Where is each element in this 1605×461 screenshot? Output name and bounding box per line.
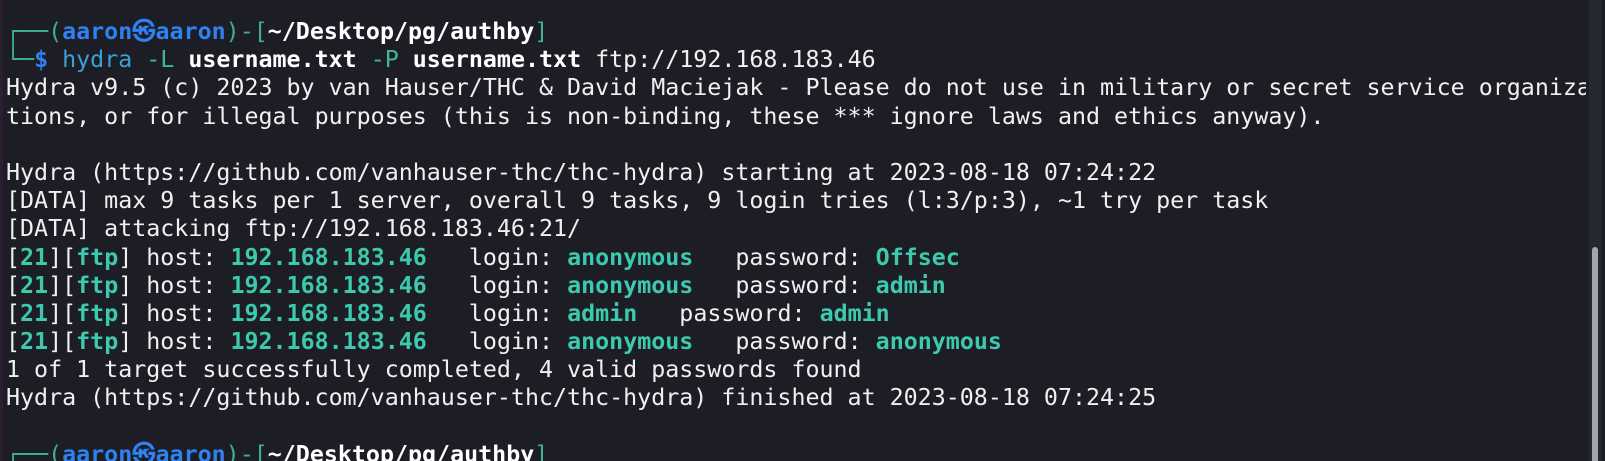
terminal-line: Hydra (https://github.com/vanhauser-thc/…: [6, 384, 1586, 412]
text-segment-hl: 192.168.183.46: [230, 271, 427, 299]
text-segment-plain: password:: [637, 299, 820, 327]
text-segment-plain: ] host:: [118, 328, 231, 356]
text-segment-plain: Hydra v9.5 (c) 2023 by van Hauser/THC & …: [6, 74, 1586, 102]
text-segment-plain: ][: [48, 243, 77, 271]
text-segment-hl: admin: [819, 299, 890, 327]
terminal-line: ┌──(aaron㉿aaron)-[~/Desktop/pg/authby]: [6, 18, 1586, 46]
text-segment-plain: password:: [693, 328, 876, 356]
terminal-line: tions, or for illegal purposes (this is …: [6, 103, 1586, 131]
text-segment-hl: ftp: [76, 243, 119, 271]
text-segment-plain: ] host:: [118, 243, 231, 271]
terminal-line: [DATA] max 9 tasks per 1 server, overall…: [6, 187, 1586, 215]
text-segment-hl: 192.168.183.46: [230, 243, 427, 271]
text-segment-plain: password:: [693, 243, 876, 271]
scrollbar-thumb[interactable]: [1592, 247, 1598, 461]
text-segment-hl: ftp: [76, 299, 119, 327]
text-segment-frame: ┌──(: [6, 440, 63, 461]
text-segment-hl: Offsec: [875, 243, 960, 271]
text-segment-hl: 21: [20, 271, 49, 299]
text-segment-hl: anonymous: [567, 328, 694, 356]
window-edge: [0, 0, 3, 461]
text-segment-plain: ][: [48, 328, 77, 356]
text-segment-hl: anonymous: [875, 328, 1002, 356]
terminal-line: 1 of 1 target successfully completed, 4 …: [6, 356, 1586, 384]
text-segment-user: aaron㉿aaron: [62, 18, 226, 45]
text-segment-plain: login:: [426, 299, 568, 327]
terminal-line: [21][ftp] host: 192.168.183.46 login: ad…: [6, 300, 1586, 328]
text-segment-arg: username.txt: [412, 46, 596, 74]
text-segment-plain: [DATA] attacking ftp://192.168.183.46:21…: [6, 215, 582, 243]
text-segment-plain: login:: [426, 243, 568, 271]
text-segment-cmd: hydra: [62, 46, 147, 74]
text-segment-plain: password:: [693, 271, 876, 299]
text-segment-hl: 21: [20, 328, 49, 356]
text-segment-hl: ftp: [76, 271, 119, 299]
text-segment-opt: -L: [146, 46, 189, 74]
terminal-line: [DATA] attacking ftp://192.168.183.46:21…: [6, 215, 1586, 243]
text-segment-hl: 21: [20, 243, 49, 271]
text-segment-plain: ] host:: [118, 271, 231, 299]
text-segment-plain: [: [6, 299, 21, 327]
text-segment-plain: ] host:: [118, 299, 231, 327]
terminal-line: Hydra (https://github.com/vanhauser-thc/…: [6, 159, 1586, 187]
text-segment-opt: -P: [370, 46, 413, 74]
text-segment-plain: Hydra (https://github.com/vanhauser-thc/…: [6, 158, 1157, 186]
text-segment-hl: 21: [20, 299, 49, 327]
text-segment-plain: ][: [48, 271, 77, 299]
text-segment-plain: tions, or for illegal purposes (this is …: [6, 102, 1325, 130]
terminal-line: ┌──(aaron㉿aaron)-[~/Desktop/pg/authby]: [6, 441, 1586, 461]
terminal-line: [21][ftp] host: 192.168.183.46 login: an…: [6, 244, 1586, 272]
text-segment-hl: ftp: [76, 328, 119, 356]
terminal-line: [21][ftp] host: 192.168.183.46 login: an…: [6, 272, 1586, 300]
terminal-line: Hydra v9.5 (c) 2023 by van Hauser/THC & …: [6, 74, 1586, 102]
text-segment-plain: [DATA] max 9 tasks per 1 server, overall…: [6, 187, 1269, 215]
text-segment-hl: anonymous: [567, 271, 694, 299]
text-segment-plain: Hydra (https://github.com/vanhauser-thc/…: [6, 384, 1157, 412]
text-segment-frame: )-[: [225, 440, 268, 461]
text-segment-arg: username.txt: [188, 46, 371, 74]
text-segment-path: ~/Desktop/pg/authby: [267, 440, 535, 461]
text-segment-frame: └─: [6, 46, 35, 74]
text-segment-path: ~/Desktop/pg/authby: [267, 18, 535, 45]
text-segment-plain: ftp://192.168.183.46: [595, 46, 876, 74]
text-segment-hl: anonymous: [567, 243, 694, 271]
text-segment-plain: 1 of 1 target successfully completed, 4 …: [6, 356, 862, 384]
text-segment-plain: [: [6, 328, 21, 356]
text-segment-frame: ┌──(: [6, 18, 63, 45]
text-segment-frame: ]: [534, 18, 549, 45]
text-segment-user: $: [34, 46, 63, 74]
text-segment-plain: login:: [426, 328, 568, 356]
text-segment-hl: admin: [875, 271, 946, 299]
terminal-output[interactable]: ┌──(aaron㉿aaron)-[~/Desktop/pg/authby] └─…: [6, 18, 1586, 461]
text-segment-user: aaron㉿aaron: [62, 440, 226, 461]
text-segment-plain: [: [6, 271, 21, 299]
text-segment-hl: 192.168.183.46: [230, 328, 427, 356]
text-segment-frame: )-[: [225, 18, 268, 45]
terminal-line: [21][ftp] host: 192.168.183.46 login: an…: [6, 328, 1586, 356]
text-segment-hl: 192.168.183.46: [230, 299, 427, 327]
text-segment-frame: ]: [534, 440, 549, 461]
text-segment-plain: ][: [48, 299, 77, 327]
text-segment-hl: admin: [567, 299, 638, 327]
text-segment-plain: [: [6, 243, 21, 271]
text-segment-plain: login:: [426, 271, 568, 299]
terminal-line: └─$ hydra -L username.txt -P username.tx…: [6, 46, 1586, 74]
